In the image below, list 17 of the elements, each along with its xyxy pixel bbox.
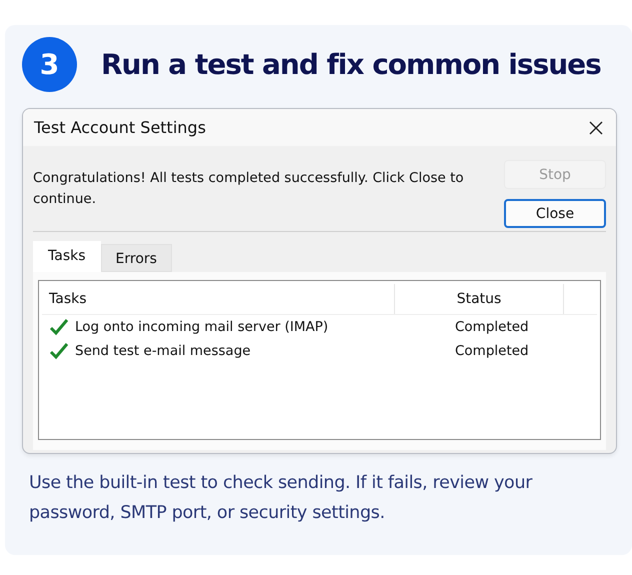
close-icon[interactable] <box>589 120 603 134</box>
message-text: Congratulations! All tests completed successfully. Click Close to continue. <box>33 169 465 209</box>
step-number: 3 <box>22 36 77 92</box>
dialog-button[interactable]: Close <box>504 199 606 228</box>
task-status: Completed <box>455 343 529 359</box>
step-heading: Run a test and fix common issues <box>101 48 601 80</box>
tab[interactable]: Errors <box>100 244 172 272</box>
column-header[interactable]: Status <box>395 284 564 314</box>
window-title: Test Account Settings <box>34 118 206 137</box>
task-name: Send test e-mail message <box>75 343 252 359</box>
checkmark-icon <box>49 318 69 336</box>
task-name: Log onto incoming mail server (IMAP) <box>75 319 330 335</box>
caption-text: Use the built-in test to check sending. If it fails, review your password, SMTP port, or security settings. <box>29 472 534 525</box>
checkmark-icon <box>49 342 69 360</box>
tab[interactable]: Tasks <box>33 241 101 272</box>
task-status: Completed <box>455 319 529 335</box>
column-header[interactable]: Tasks <box>42 284 395 314</box>
